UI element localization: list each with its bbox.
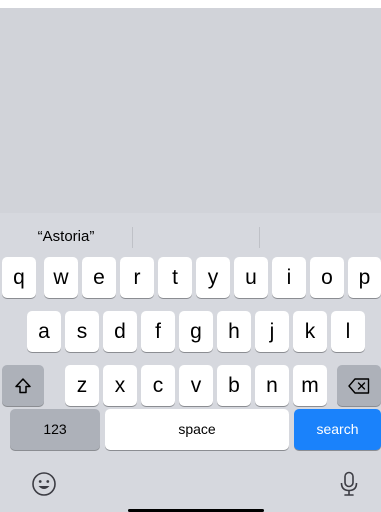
keyboard: “Astoria” q w e r t y u i o p a s d f g … [0,213,381,512]
suggestion-3[interactable] [259,222,381,252]
key-t[interactable]: t [158,257,192,298]
key-a[interactable]: a [27,311,61,352]
key-c[interactable]: c [141,365,175,406]
content-area [0,8,381,213]
key-r[interactable]: r [120,257,154,298]
key-u[interactable]: u [234,257,268,298]
space-key[interactable]: space [105,409,289,450]
search-key[interactable]: search [294,409,381,450]
key-f[interactable]: f [141,311,175,352]
key-m[interactable]: m [293,365,327,406]
key-h[interactable]: h [217,311,251,352]
key-n[interactable]: n [255,365,289,406]
shift-key[interactable] [2,365,44,406]
emoji-button[interactable] [29,469,59,499]
delete-key[interactable] [337,365,381,406]
key-d[interactable]: d [103,311,137,352]
key-o[interactable]: o [310,257,344,298]
key-l[interactable]: l [331,311,365,352]
top-strip [0,0,381,8]
key-b[interactable]: b [217,365,251,406]
suggestion-1[interactable]: “Astoria” [0,222,132,252]
numbers-key[interactable]: 123 [10,409,100,450]
key-q[interactable]: q [2,257,36,298]
key-e[interactable]: e [82,257,116,298]
key-g[interactable]: g [179,311,213,352]
key-y[interactable]: y [196,257,230,298]
key-w[interactable]: w [44,257,78,298]
suggestion-2[interactable] [132,222,259,252]
key-k[interactable]: k [293,311,327,352]
emoji-icon [32,472,56,496]
suggestion-bar: “Astoria” [0,222,381,252]
key-x[interactable]: x [103,365,137,406]
key-i[interactable]: i [272,257,306,298]
key-z[interactable]: z [65,365,99,406]
key-p[interactable]: p [348,257,381,298]
dictation-button[interactable] [334,469,364,499]
key-v[interactable]: v [179,365,213,406]
key-s[interactable]: s [65,311,99,352]
key-j[interactable]: j [255,311,289,352]
microphone-icon [340,471,358,496]
